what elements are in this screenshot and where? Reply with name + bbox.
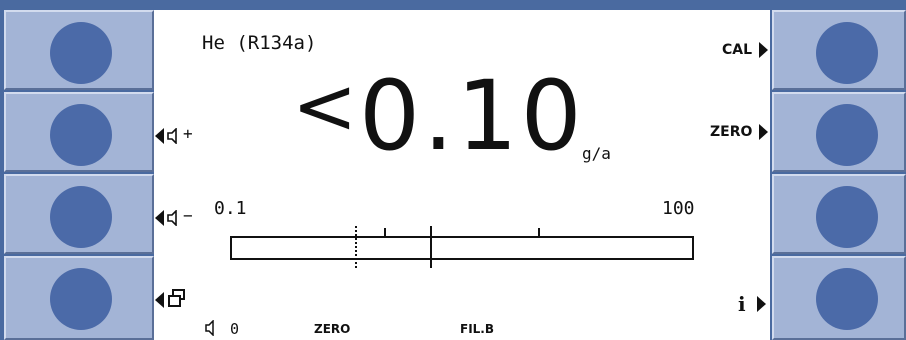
arrow-left-icon	[155, 210, 164, 226]
arrow-right-icon	[759, 42, 768, 58]
gas-label: He (R134a)	[202, 32, 317, 54]
volume-value: 0	[230, 320, 240, 338]
softkey-button-dot	[50, 186, 112, 248]
softkey-button-dot	[50, 104, 112, 166]
arrow-left-icon	[155, 292, 164, 308]
zero-status: ZERO	[314, 322, 351, 336]
left-softkey-panel	[4, 10, 154, 340]
left-softkey-3[interactable]	[4, 174, 154, 254]
right-softkey-3[interactable]	[772, 174, 906, 254]
volume-down-sign: −	[183, 206, 193, 225]
level-marker	[429, 226, 432, 268]
softkey-button-dot	[816, 22, 878, 84]
reading-value: 0.10	[359, 60, 585, 172]
reading-unit: g/a	[582, 144, 611, 163]
right-softkey-4[interactable]	[772, 256, 906, 340]
softkey-button-dot	[816, 268, 878, 330]
windows-icon	[168, 289, 185, 307]
volume-down-icon	[167, 210, 177, 226]
device-frame: He (R134a) CAL ZERO i + − < 0.10 g/a 0.1…	[0, 0, 906, 340]
left-softkey-4[interactable]	[4, 256, 154, 340]
softkey-button-dot	[50, 22, 112, 84]
right-softkey-panel	[772, 10, 906, 340]
softkey-button-dot	[50, 268, 112, 330]
right-softkey-2[interactable]	[772, 92, 906, 172]
reading-qualifier: <	[292, 62, 358, 152]
scale-tick	[384, 228, 386, 238]
arrow-left-icon	[155, 128, 164, 144]
arrow-right-icon	[759, 124, 768, 140]
display-screen: He (R134a) CAL ZERO i + − < 0.10 g/a 0.1…	[154, 10, 770, 340]
scale-min-label: 0.1	[214, 198, 247, 219]
left-softkey-1[interactable]	[4, 10, 154, 90]
speaker-icon	[205, 320, 214, 336]
info-icon: i	[738, 292, 746, 316]
leak-rate-bargraph	[230, 236, 694, 260]
softkey-button-dot	[816, 186, 878, 248]
cal-softkey-label: CAL	[722, 42, 753, 58]
arrow-right-icon	[757, 296, 766, 312]
zero-softkey-label: ZERO	[710, 124, 753, 140]
volume-up-icon	[167, 128, 177, 144]
right-softkey-1[interactable]	[772, 10, 906, 90]
left-softkey-2[interactable]	[4, 92, 154, 172]
scale-max-label: 100	[662, 198, 695, 219]
volume-up-sign: +	[183, 124, 193, 143]
scale-tick	[538, 228, 540, 238]
filter-status: FIL.B	[460, 322, 495, 336]
softkey-button-dot	[816, 104, 878, 166]
threshold-marker	[355, 226, 358, 268]
